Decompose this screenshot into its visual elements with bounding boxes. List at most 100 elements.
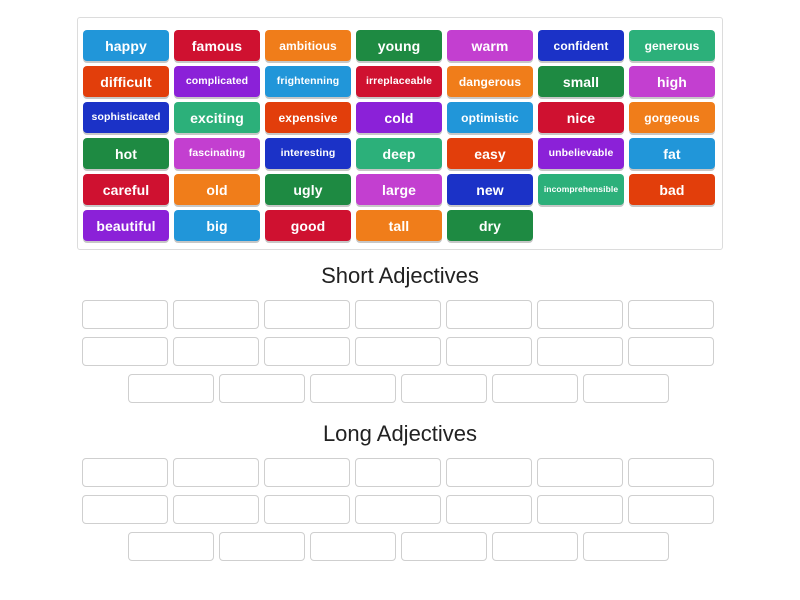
word-tile-good[interactable]: good <box>265 210 351 241</box>
word-tile-nice[interactable]: nice <box>538 102 624 133</box>
drop-slot-rows-short <box>77 300 723 404</box>
word-bank-row: difficult complicated frightenning irreplac… <box>83 66 722 97</box>
drop-slot-short[interactable] <box>537 300 623 330</box>
word-tile-deep[interactable]: deep <box>356 138 442 169</box>
drop-slot-short[interactable] <box>264 300 350 330</box>
word-tile-bad[interactable]: bad <box>629 174 715 205</box>
word-tile-gorgeous[interactable]: gorgeous <box>629 102 715 133</box>
word-tile-incomprehensible[interactable]: incomprehensible <box>538 174 624 205</box>
drop-slot-short[interactable] <box>446 337 532 367</box>
drop-slot-long[interactable] <box>401 532 487 562</box>
drop-slot-short[interactable] <box>628 300 714 330</box>
word-tile-high[interactable]: high <box>629 66 715 97</box>
drop-slot-row <box>82 458 723 488</box>
category-title-short: Short Adjectives <box>321 263 479 288</box>
word-bank-row: happy famous ambitious young warm confident ge… <box>83 30 722 61</box>
drop-slot-short[interactable] <box>355 300 441 330</box>
word-tile-hot[interactable]: hot <box>83 138 169 169</box>
drop-slot-long[interactable] <box>173 458 259 488</box>
drop-slot-short[interactable] <box>401 374 487 404</box>
drop-slot-short[interactable] <box>173 300 259 330</box>
word-tile-old[interactable]: old <box>174 174 260 205</box>
word-tile-new[interactable]: new <box>447 174 533 205</box>
word-tile-dangerous[interactable]: dangerous <box>447 66 533 97</box>
drop-slot-long[interactable] <box>264 495 350 525</box>
word-bank-rows: happy famous ambitious young warm confident ge… <box>78 30 722 241</box>
word-bank-row: hot fascinating interesting deep easy unbelie… <box>83 138 722 169</box>
word-tile-cold[interactable]: cold <box>356 102 442 133</box>
word-tile-complicated[interactable]: complicated <box>174 66 260 97</box>
word-tile-young[interactable]: young <box>356 30 442 61</box>
word-tile-ambitious[interactable]: ambitious <box>265 30 351 61</box>
drop-slot-short[interactable] <box>492 374 578 404</box>
word-tile-dry[interactable]: dry <box>447 210 533 241</box>
drop-slot-long[interactable] <box>537 495 623 525</box>
drop-slot-short[interactable] <box>537 337 623 367</box>
drop-slot-long[interactable] <box>82 458 168 488</box>
word-tile-fat[interactable]: fat <box>629 138 715 169</box>
drop-slot-short[interactable] <box>446 300 532 330</box>
word-tile-sophisticated[interactable]: sophisticated <box>83 102 169 133</box>
drop-slot-row <box>82 300 723 330</box>
drop-slot-long[interactable] <box>128 532 214 562</box>
word-tile-beautiful[interactable]: beautiful <box>83 210 169 241</box>
word-tile-generous[interactable]: generous <box>629 30 715 61</box>
word-tile-large[interactable]: large <box>356 174 442 205</box>
word-tile-warm[interactable]: warm <box>447 30 533 61</box>
word-tile-difficult[interactable]: difficult <box>83 66 169 97</box>
word-tile-fascinating[interactable]: fascinating <box>174 138 260 169</box>
drop-slot-short[interactable] <box>355 337 441 367</box>
word-tile-famous[interactable]: famous <box>174 30 260 61</box>
word-tile-optimistic[interactable]: optimistic <box>447 102 533 133</box>
word-bank-panel: happy famous ambitious young warm confident ge… <box>77 17 723 250</box>
drop-slot-long[interactable] <box>355 458 441 488</box>
word-tile-tall[interactable]: tall <box>356 210 442 241</box>
word-tile-big[interactable]: big <box>174 210 260 241</box>
word-tile-careful[interactable]: careful <box>83 174 169 205</box>
word-tile-irreplaceable[interactable]: irreplaceable <box>356 66 442 97</box>
word-bank-row: beautiful big good tall dry <box>83 210 722 241</box>
drop-slot-long[interactable] <box>446 495 532 525</box>
word-tile-small[interactable]: small <box>538 66 624 97</box>
category-long-adjectives: Long Adjectives <box>77 421 723 562</box>
drop-slot-long[interactable] <box>310 532 396 562</box>
word-tile-unbelievable[interactable]: unbelievable <box>538 138 624 169</box>
word-tile-confident[interactable]: confident <box>538 30 624 61</box>
category-short-adjectives: Short Adjectives <box>77 263 723 404</box>
word-tile-expensive[interactable]: expensive <box>265 102 351 133</box>
drop-slot-long[interactable] <box>628 458 714 488</box>
drop-slot-row <box>82 532 723 562</box>
drop-slot-row <box>82 337 723 367</box>
drop-slot-long[interactable] <box>219 532 305 562</box>
drop-slot-row <box>82 495 723 525</box>
drop-slot-short[interactable] <box>128 374 214 404</box>
word-tile-easy[interactable]: easy <box>447 138 533 169</box>
drop-slot-short[interactable] <box>583 374 669 404</box>
drop-slot-short[interactable] <box>310 374 396 404</box>
drop-slot-long[interactable] <box>628 495 714 525</box>
drop-slot-short[interactable] <box>628 337 714 367</box>
word-bank-row: careful old ugly large new incomprehensible ba… <box>83 174 722 205</box>
word-bank-row: sophisticated exciting expensive cold optimi… <box>83 102 722 133</box>
drop-slot-long[interactable] <box>537 458 623 488</box>
drop-slot-short[interactable] <box>264 337 350 367</box>
drop-slot-short[interactable] <box>82 337 168 367</box>
drop-slot-rows-long <box>77 458 723 562</box>
word-tile-exciting[interactable]: exciting <box>174 102 260 133</box>
drop-slot-long[interactable] <box>355 495 441 525</box>
drop-slot-short[interactable] <box>173 337 259 367</box>
drop-slot-short[interactable] <box>219 374 305 404</box>
drop-slot-long[interactable] <box>583 532 669 562</box>
drop-slot-long[interactable] <box>446 458 532 488</box>
drop-slot-row <box>82 374 723 404</box>
drop-slot-long[interactable] <box>173 495 259 525</box>
word-tile-ugly[interactable]: ugly <box>265 174 351 205</box>
category-title-long: Long Adjectives <box>322 421 478 446</box>
drop-slot-long[interactable] <box>264 458 350 488</box>
drop-slot-long[interactable] <box>492 532 578 562</box>
drop-slot-long[interactable] <box>82 495 168 525</box>
word-tile-interesting[interactable]: interesting <box>265 138 351 169</box>
word-tile-happy[interactable]: happy <box>83 30 169 61</box>
word-tile-frightenning[interactable]: frightenning <box>265 66 351 97</box>
drop-slot-short[interactable] <box>82 300 168 330</box>
